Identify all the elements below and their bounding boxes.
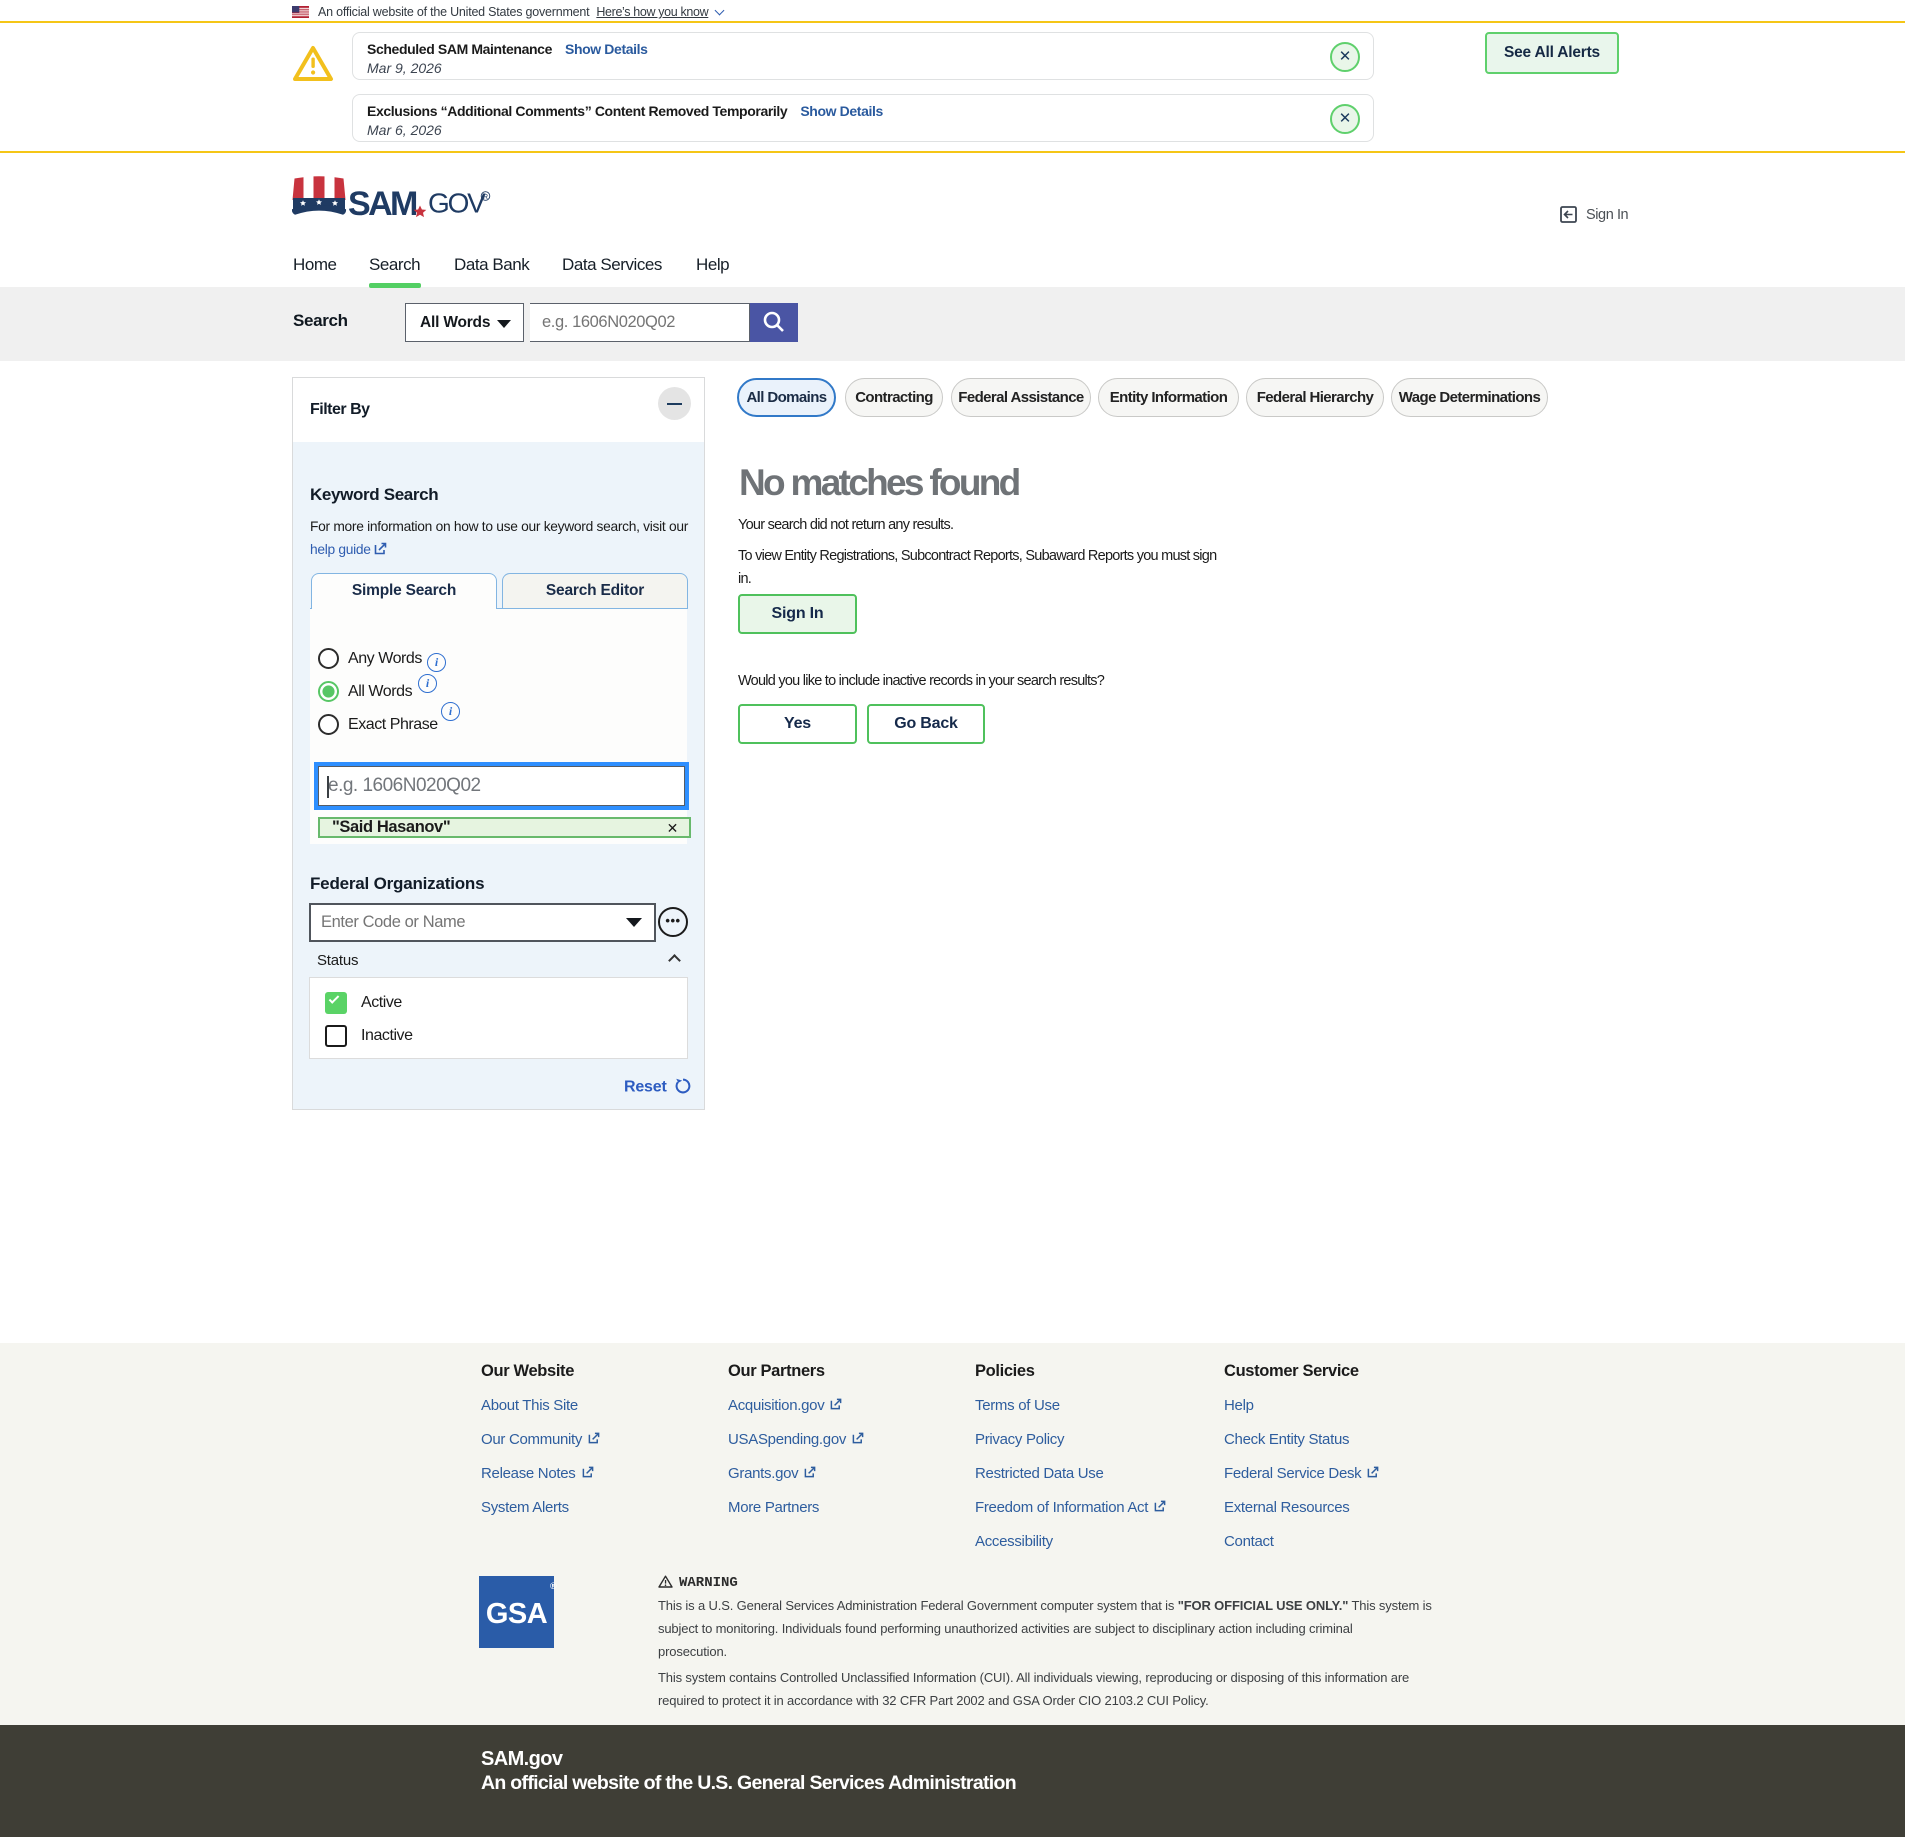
svg-text:SAM: SAM	[348, 185, 417, 223]
svg-text:R: R	[483, 194, 488, 201]
svg-text:GOV: GOV	[428, 188, 486, 219]
